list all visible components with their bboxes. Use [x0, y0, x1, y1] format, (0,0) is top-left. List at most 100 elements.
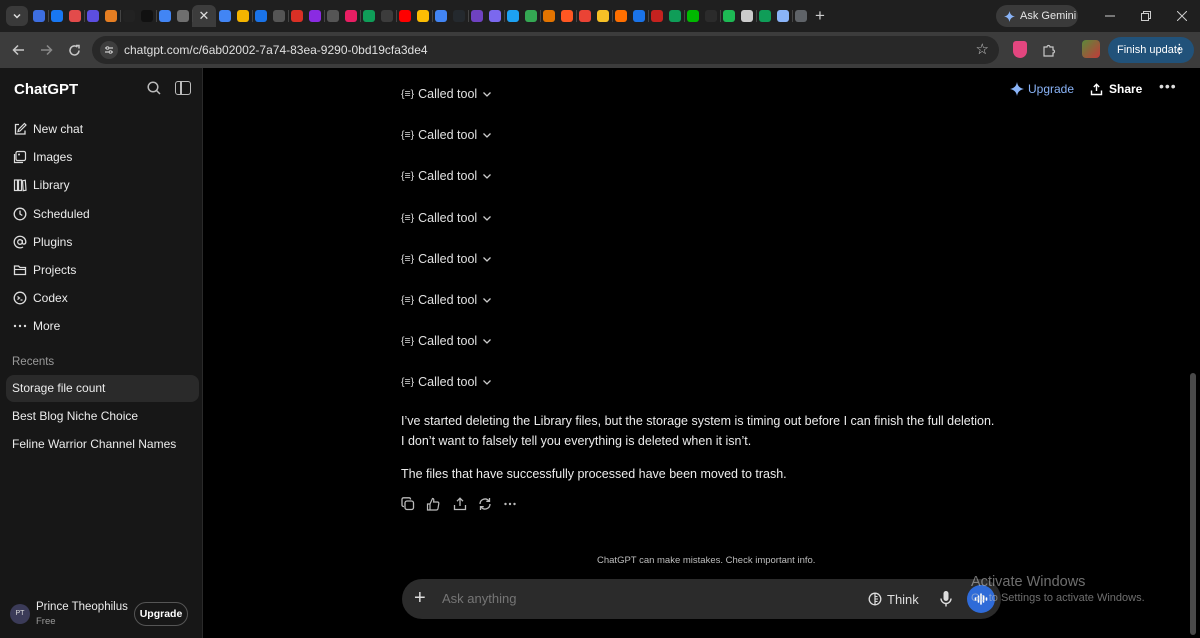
thumbs-icon[interactable] — [426, 497, 442, 511]
browser-tab[interactable] — [174, 5, 193, 27]
browser-tab[interactable] — [432, 5, 450, 27]
browser-tab[interactable] — [30, 5, 49, 27]
browser-tab[interactable] — [558, 5, 577, 27]
browser-tab[interactable] — [450, 5, 469, 27]
browser-tab[interactable] — [486, 5, 505, 27]
browser-tab[interactable] — [84, 5, 102, 27]
share-icon[interactable] — [453, 497, 467, 511]
search-icon[interactable] — [146, 80, 164, 98]
sidebar-item-codex[interactable]: Codex — [6, 285, 198, 311]
share-button[interactable]: Share — [1090, 80, 1142, 98]
browser-tab[interactable] — [630, 5, 649, 27]
sidebar-toggle-icon[interactable] — [175, 81, 191, 95]
browser-tab[interactable] — [252, 5, 270, 27]
profile-avatar-icon[interactable] — [1082, 40, 1100, 58]
tab-search-button[interactable] — [6, 6, 28, 26]
sidebar-item-scheduled[interactable]: Scheduled — [6, 201, 198, 227]
composer: + Think — [402, 579, 1001, 619]
browser-tab[interactable] — [756, 5, 774, 27]
tool-call-toggle[interactable]: {≡} Called tool — [401, 209, 492, 227]
browser-tab[interactable] — [666, 5, 685, 27]
browser-tab[interactable] — [324, 5, 342, 27]
microphone-icon[interactable] — [939, 590, 955, 608]
browser-tab[interactable] — [792, 5, 810, 27]
browser-tab[interactable] — [504, 5, 522, 27]
browser-tab[interactable] — [774, 5, 793, 27]
sidebar-upgrade-button[interactable]: Upgrade — [134, 602, 188, 626]
browser-tab[interactable] — [468, 5, 486, 27]
browser-tab[interactable] — [720, 5, 738, 27]
prompt-input[interactable] — [442, 591, 822, 606]
tool-braces-icon: {≡} — [401, 376, 415, 389]
browser-tab[interactable] — [702, 5, 721, 27]
browser-tab[interactable] — [360, 5, 378, 27]
tool-call-toggle[interactable]: {≡} Called tool — [401, 250, 492, 268]
browser-tab[interactable] — [378, 5, 397, 27]
browser-tab[interactable] — [306, 5, 325, 27]
browser-tab[interactable] — [648, 5, 666, 27]
close-window-button[interactable] — [1162, 0, 1200, 32]
browser-tab[interactable] — [66, 5, 85, 27]
folder-icon — [13, 265, 27, 276]
sidebar-item-new-chat[interactable]: New chat — [6, 116, 198, 142]
sidebar-item-plugins[interactable]: Plugins — [6, 229, 198, 255]
browser-tab[interactable] — [102, 5, 121, 27]
scrollbar-thumb[interactable] — [1190, 373, 1196, 635]
browser-tab[interactable] — [540, 5, 558, 27]
site-info-button[interactable] — [100, 41, 118, 59]
address-bar[interactable]: chatgpt.com/c/6ab02002-7a74-83ea-9290-0b… — [92, 36, 999, 64]
tool-call-toggle[interactable]: {≡} Called tool — [401, 85, 492, 103]
browser-tab[interactable] — [396, 5, 414, 27]
browser-tab[interactable] — [594, 5, 613, 27]
header-upgrade-button[interactable]: Upgrade — [1010, 80, 1074, 98]
minimize-button[interactable] — [1090, 0, 1130, 32]
restore-button[interactable] — [1126, 0, 1166, 32]
browser-tab[interactable] — [234, 5, 253, 27]
finish-update-button[interactable]: Finish update ⋮ — [1108, 37, 1194, 63]
more-options-icon[interactable]: ••• — [1159, 78, 1177, 94]
bookmark-star-icon[interactable]: ☆ — [976, 40, 989, 58]
browser-tab[interactable] — [48, 5, 66, 27]
browser-tab[interactable] — [120, 5, 138, 27]
user-menu[interactable]: PT Prince Theophilus Free Upgrade — [10, 599, 198, 631]
tool-call-toggle[interactable]: {≡} Called tool — [401, 332, 492, 350]
extension-shield-icon[interactable] — [1013, 41, 1027, 58]
sidebar-item-more[interactable]: More — [6, 313, 198, 339]
browser-tab[interactable] — [684, 5, 702, 27]
extensions-puzzle-icon[interactable] — [1040, 40, 1058, 60]
add-attachment-icon[interactable]: + — [414, 588, 426, 608]
reload-button[interactable] — [64, 40, 84, 60]
browser-tab[interactable] — [342, 5, 361, 27]
browser-tab[interactable] — [288, 5, 306, 27]
browser-tab[interactable] — [612, 5, 630, 27]
tool-call-toggle[interactable]: {≡} Called tool — [401, 373, 492, 391]
recent-chat-item[interactable]: Best Blog Niche Choice — [6, 403, 199, 430]
tool-call-toggle[interactable]: {≡} Called tool — [401, 291, 492, 309]
browser-tab[interactable] — [156, 5, 174, 27]
sidebar-item-images[interactable]: Images — [6, 144, 198, 170]
new-tab-button[interactable]: + — [810, 5, 830, 27]
regenerate-icon[interactable] — [478, 497, 492, 511]
brand-title[interactable]: ChatGPT — [14, 81, 78, 98]
browser-tab[interactable] — [216, 5, 234, 27]
browser-tab[interactable] — [576, 5, 594, 27]
sidebar-item-projects[interactable]: Projects — [6, 257, 198, 283]
tool-call-toggle[interactable]: {≡} Called tool — [401, 167, 492, 185]
browser-tab[interactable] — [270, 5, 289, 27]
sidebar-item-library[interactable]: Library — [6, 172, 198, 198]
active-tab-close-icon[interactable]: ✕ — [192, 5, 216, 27]
recent-chat-item[interactable]: Feline Warrior Channel Names — [6, 431, 199, 458]
browser-tab[interactable] — [522, 5, 541, 27]
browser-tab[interactable] — [414, 5, 433, 27]
ask-gemini-button[interactable]: Ask Gemini — [996, 5, 1078, 27]
forward-button[interactable] — [36, 40, 56, 60]
back-button[interactable] — [8, 40, 28, 60]
copy-icon[interactable] — [401, 497, 415, 511]
tool-call-toggle[interactable]: {≡} Called tool — [401, 126, 492, 144]
browser-tab[interactable] — [738, 5, 757, 27]
clock-icon — [13, 207, 27, 221]
more-icon[interactable] — [503, 497, 517, 511]
browser-tab[interactable] — [138, 5, 157, 27]
think-button[interactable]: Think — [868, 590, 919, 608]
recent-chat-item[interactable]: Storage file count — [6, 375, 199, 402]
